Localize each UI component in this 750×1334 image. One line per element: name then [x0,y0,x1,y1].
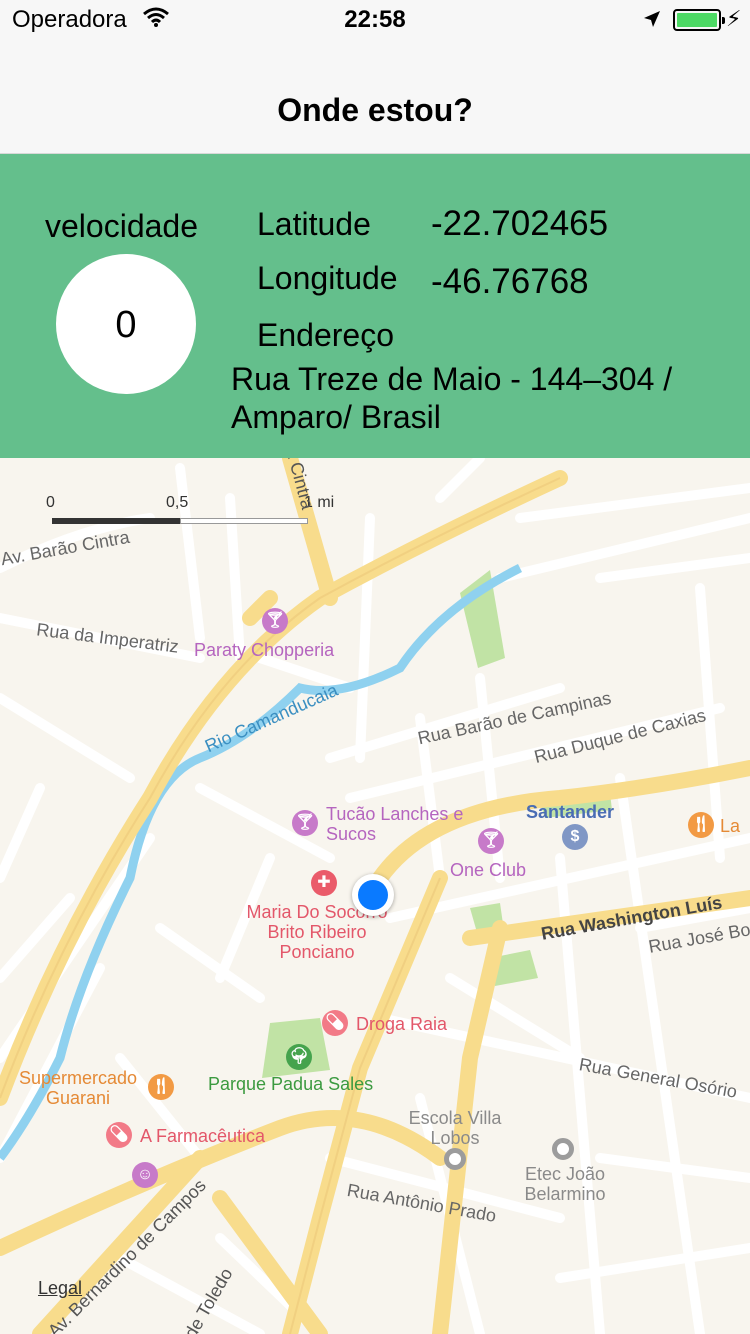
school-icon[interactable] [444,1148,466,1170]
restaurant-icon[interactable]: 🍴︎ [688,812,714,838]
poi-label[interactable]: Parque Padua Sales [208,1074,373,1095]
latitude-label: Latitude [257,206,371,242]
navigation-bar: Onde estou? [0,40,750,154]
longitude-label: Longitude [257,260,398,296]
poi-label[interactable]: Escola Villa Lobos [400,1108,510,1148]
map-scale-bar [52,518,308,524]
status-bar: Operadora 22:58 ⚡︎ [0,0,750,40]
battery-icon [673,9,725,31]
poi-label[interactable]: Paraty Chopperia [194,640,334,661]
restaurant-icon[interactable]: 🍴︎ [148,1074,174,1100]
pill-icon[interactable]: 💊︎ [106,1122,132,1148]
speed-gauge: 0 [56,254,196,394]
bolt-icon: ⚡︎ [726,6,742,31]
poi-label[interactable]: Droga Raia [356,1014,447,1035]
map-view[interactable]: 0 0,5 1 mi Av. Barão Cintra Rua da Imper… [0,458,750,1334]
address-value: Rua Treze de Maio - 144–304 / Amparo/ Br… [231,361,673,435]
school-icon[interactable] [552,1138,574,1160]
cocktail-icon[interactable]: 🍸︎ [262,608,288,634]
pill-icon[interactable]: 💊︎ [322,1010,348,1036]
battery-level [677,13,717,27]
cocktail-icon[interactable]: ☺︎ [132,1162,158,1188]
speed-label: velocidade [45,208,198,244]
cocktail-icon[interactable]: 🍸︎ [478,828,504,854]
hospital-icon[interactable]: ✚ [311,870,337,896]
poi-label[interactable]: Etec João Belarmino [510,1164,620,1204]
legal-link[interactable]: Legal [38,1278,82,1299]
poi-label[interactable]: La [720,816,740,837]
poi-label[interactable]: Supermercado Guarani [12,1068,144,1108]
poi-label[interactable]: Tucão Lanches e Sucos [326,804,476,844]
user-location-icon[interactable] [352,874,394,916]
scale-tick-1: 0,5 [166,494,189,511]
tree-icon[interactable]: 🌳︎ [286,1044,312,1070]
poi-label[interactable]: Santander [526,802,614,823]
address-label: Endereço [257,317,394,353]
page-title: Onde estou? [277,92,473,128]
poi-label[interactable]: A Farmacêutica [140,1126,265,1147]
location-info-panel: velocidade 0 Latitude -22.702465 Longitu… [0,154,750,458]
scale-tick-0: 0 [46,494,55,511]
poi-label[interactable]: One Club [450,860,526,881]
speed-value: 0 [115,304,137,346]
bank-icon[interactable]: $ [562,824,588,850]
location-arrow-icon [642,8,662,36]
longitude-value: -46.76768 [431,262,589,301]
cocktail-icon[interactable]: 🍸︎ [292,810,318,836]
latitude-value: -22.702465 [431,204,609,243]
clock: 22:58 [344,6,406,33]
